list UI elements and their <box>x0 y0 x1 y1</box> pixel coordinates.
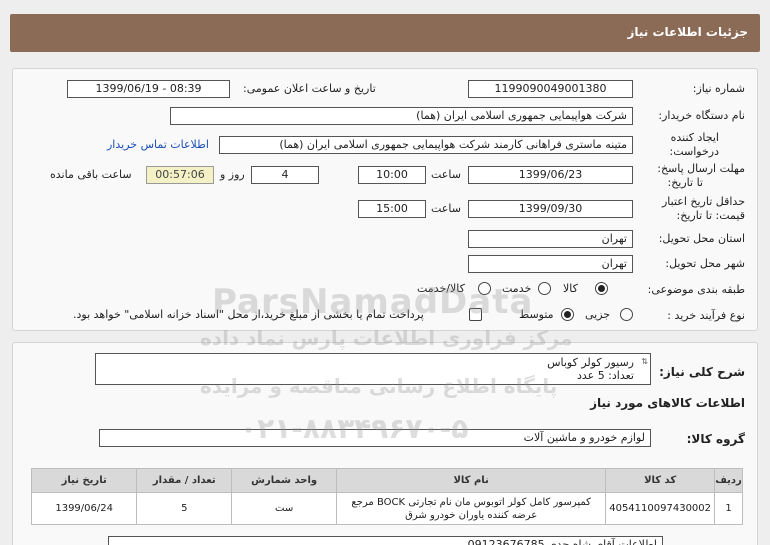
reply-time-label: ساعت <box>431 168 461 181</box>
need-info-panel: شماره نیاز: 1199090049001380 تاریخ و ساع… <box>12 68 758 331</box>
goods-group-field: لوازم خودرو و ماشین آلات <box>99 429 651 447</box>
cell-name: کمپرسور کامل کولر اتوبوس مان نام تجارتی … <box>336 492 607 525</box>
bottom-note-field: اطلاعات آقای شاه حدی 09123676785 <box>108 536 663 545</box>
days-field: 4 <box>251 166 319 184</box>
announce-label: تاریخ و ساعت اعلان عمومی: <box>243 82 376 95</box>
process-radio-minor[interactable] <box>620 308 633 321</box>
reply-deadline-label-1: مهلت ارسال پاسخ: <box>657 162 745 175</box>
buyer-label: نام دستگاه خریدار: <box>658 109 745 122</box>
category-radio-goods[interactable] <box>595 282 608 295</box>
buyer-contact-link[interactable]: اطلاعات تماس خریدار <box>107 138 209 151</box>
category-radio-goods-service[interactable] <box>478 282 491 295</box>
summary-field: رسیور کولر کوباس تعداد: 5 عدد ⇅ <box>95 353 651 385</box>
province-label: استان محل تحویل: <box>658 232 745 245</box>
process-option-minor: جزیی <box>585 308 611 321</box>
process-radio-medium[interactable] <box>561 308 574 321</box>
cell-unit: ست <box>231 492 338 525</box>
goods-table: ردیف کد کالا نام کالا واحد شمارش تعداد /… <box>30 468 743 525</box>
page-header: جزئیات اطلاعات نیاز <box>10 14 760 52</box>
validity-time-label: ساعت <box>431 202 461 215</box>
category-option-goods: کالا <box>563 282 578 295</box>
validity-time-field: 15:00 <box>358 200 426 218</box>
process-option-medium: متوسط <box>519 308 554 321</box>
creator-field: متینه ماستری فراهانی کارمند شرکت هواپیما… <box>219 136 633 154</box>
reply-deadline-label-2: تا تاریخ: <box>667 176 703 189</box>
cell-date: 1399/06/24 <box>30 492 138 525</box>
page-title: جزئیات اطلاعات نیاز <box>627 25 748 39</box>
creator-label-2: درخواست: <box>669 145 719 158</box>
city-field: تهران <box>468 255 633 273</box>
remaining-time-field: 00:57:06 <box>146 166 214 184</box>
cell-row: 1 <box>714 492 743 525</box>
validity-date-field: 1399/09/30 <box>468 200 633 218</box>
buyer-field: شرکت هواپیمایی جمهوری اسلامی ایران (هما) <box>170 107 633 125</box>
process-label: نوع فرآیند خرید : <box>667 309 745 322</box>
need-number-label: شماره نیاز: <box>692 82 745 95</box>
payment-note: پرداخت تمام یا بخشی از مبلغ خرید،از محل … <box>73 308 424 321</box>
col-unit-header: واحد شمارش <box>231 468 338 493</box>
validity-label-2: قیمت: تا تاریخ: <box>676 209 745 222</box>
category-option-goods-service: کالا/خدمت <box>417 282 465 295</box>
table-row: 1 4054110097430002 کمپرسور کامل کولر اتو… <box>30 492 743 525</box>
goods-group-label: گروه کالا: <box>686 432 745 446</box>
col-code-header: کد کالا <box>605 468 716 493</box>
reply-date-field: 1399/06/23 <box>468 166 633 184</box>
summary-line-2: تعداد: 5 عدد <box>576 369 634 382</box>
col-row-header: ردیف <box>714 468 743 493</box>
treasury-payment-checkbox[interactable] <box>469 308 482 321</box>
days-label: روز و <box>220 168 245 181</box>
summary-label: شرح کلی نیاز: <box>659 365 745 379</box>
validity-label-1: حداقل تاریخ اعتبار <box>661 195 745 208</box>
goods-info-title: اطلاعات کالاهای مورد نیاز <box>590 396 745 410</box>
summary-line-1: رسیور کولر کوباس <box>547 356 634 369</box>
cell-code: 4054110097430002 <box>605 492 716 525</box>
category-radio-service[interactable] <box>538 282 551 295</box>
province-field: تهران <box>468 230 633 248</box>
col-date-header: تاریخ نیاز <box>30 468 138 493</box>
reply-time-field: 10:00 <box>358 166 426 184</box>
announce-field: 1399/06/19 - 08:39 <box>67 80 230 98</box>
category-option-service: خدمت <box>502 282 532 295</box>
creator-label-1: ایجاد کننده <box>670 131 719 144</box>
remaining-label: ساعت باقی مانده <box>50 168 132 181</box>
cell-qty: 5 <box>136 492 233 525</box>
need-number-field: 1199090049001380 <box>468 80 633 98</box>
resize-icon[interactable]: ⇅ <box>641 355 648 368</box>
cell-name-line-2: عرضه کننده یاوران خودرو شرق <box>405 509 538 521</box>
need-details-panel: شرح کلی نیاز: رسیور کولر کوباس تعداد: 5 … <box>12 342 758 545</box>
col-qty-header: تعداد / مقدار <box>136 468 233 493</box>
category-label: طبقه بندی موضوعی: <box>647 283 745 296</box>
city-label: شهر محل تحویل: <box>665 257 745 270</box>
col-name-header: نام کالا <box>336 468 607 493</box>
cell-name-line-1: کمپرسور کامل کولر اتوبوس مان نام تجارتی … <box>351 496 591 508</box>
